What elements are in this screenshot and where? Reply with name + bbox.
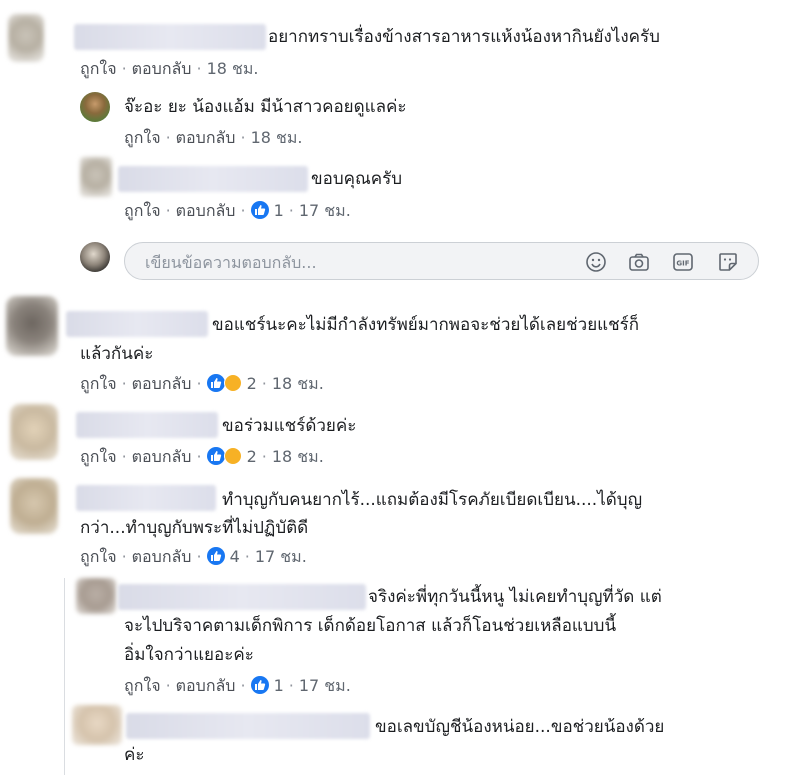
camera-icon[interactable] [628,251,650,273]
like-link[interactable]: ถูกใจ [124,201,161,220]
reaction-count[interactable]: 4 [230,547,240,566]
comment-time[interactable]: 18 ชม. [207,59,259,78]
like-reaction-icon[interactable] [250,676,269,694]
commenter-name-blurred[interactable] [74,24,266,50]
commenter-name-blurred[interactable] [118,584,366,610]
separator: · [288,676,294,695]
separator: · [240,201,246,220]
separator: · [244,547,250,566]
reply-actions: ถูกใจ · ตอบกลับ · 1 · 17 ชม. [124,675,351,697]
avatar[interactable] [80,92,110,122]
reply-link[interactable]: ตอบกลับ [132,547,192,566]
reply-text: อิ่มใจกว่าแยอะค่ะ [124,645,254,665]
avatar[interactable] [6,296,58,356]
commenter-name-blurred[interactable] [66,311,208,337]
separator: · [196,374,202,393]
comment-text: อยากทราบเรื่องข้างสารอาหารแห้งน้องหากินย… [268,27,660,47]
svg-text:GIF: GIF [676,260,689,268]
reply-link[interactable]: ตอบกลับ [176,128,236,147]
separator: · [121,447,127,466]
separator: · [240,128,246,147]
sad-reaction-icon[interactable] [223,374,242,392]
reply-link[interactable]: ตอบกลับ [132,374,192,393]
commenter-name-blurred[interactable] [118,166,308,192]
separator: · [165,201,171,220]
reply-text: ขอบคุณครับ [311,169,403,189]
commenter-name-blurred[interactable] [76,412,218,438]
comment-time[interactable]: 18 ชม. [272,374,324,393]
like-link[interactable]: ถูกใจ [80,447,117,466]
like-link[interactable]: ถูกใจ [80,59,117,78]
reply-text: ขอเลขบัญชีน้องหน่อย...ขอช่วยน้องด้วย [375,717,665,737]
reply-actions: ถูกใจ · ตอบกลับ · 1 · 17 ชม. [124,200,351,222]
separator: · [165,676,171,695]
comment-text: แล้วกันค่ะ [80,344,154,364]
comment-text: ขอร่วมแชร์ด้วยค่ะ [222,416,357,436]
like-reaction-icon[interactable] [250,201,269,219]
reply-text: ค่ะ [124,745,145,765]
avatar[interactable] [10,478,58,534]
comment-time[interactable]: 17 ชม. [255,547,307,566]
sticker-icon[interactable] [717,251,739,273]
reaction-count[interactable]: 1 [274,676,284,695]
reply-actions: ถูกใจ · ตอบกลับ · 18 ชม. [124,127,303,149]
commenter-name-blurred[interactable] [126,713,370,739]
like-link[interactable]: ถูกใจ [80,547,117,566]
separator: · [261,447,267,466]
like-link[interactable]: ถูกใจ [124,676,161,695]
separator: · [121,374,127,393]
separator: · [240,676,246,695]
reply-link[interactable]: ตอบกลับ [176,201,236,220]
comment-actions: ถูกใจ · ตอบกลับ · 4 · 17 ชม. [80,546,307,568]
reply-thread-line [64,578,65,775]
avatar[interactable] [10,404,58,460]
current-user-avatar [80,242,110,272]
avatar[interactable] [72,705,122,745]
separator: · [288,201,294,220]
separator: · [165,128,171,147]
reply-time[interactable]: 18 ชม. [251,128,303,147]
separator: · [196,547,202,566]
reply-text: จะไปบริจาคตามเด็กพิการ เด็กด้อยโอกาส แล้… [124,616,617,636]
reply-text: จ๊ะอะ ยะ น้องแอ้ม มีน้าสาวคอยดูแลค่ะ [124,94,407,120]
like-reaction-icon[interactable] [206,447,225,465]
reply-link[interactable]: ตอบกลับ [132,59,192,78]
avatar[interactable] [80,157,112,197]
comment-text: ขอแชร์นะคะไม่มีกำลังทรัพย์มากพอจะช่วยได้… [212,315,640,335]
like-link[interactable]: ถูกใจ [124,128,161,147]
comment-actions: ถูกใจ · ตอบกลับ · 18 ชม. [80,58,259,80]
comment-actions: ถูกใจ · ตอบกลับ · 2 · 18 ชม. [80,373,324,395]
sad-reaction-icon[interactable] [223,447,242,465]
like-reaction-icon[interactable] [206,374,225,392]
like-reaction-icon[interactable] [206,547,225,565]
comment-time[interactable]: 18 ชม. [272,447,324,466]
comment-text: ทำบุญกับคนยากไร้...แถมต้องมีโรคภัยเบียดเ… [222,490,643,510]
like-link[interactable]: ถูกใจ [80,374,117,393]
gif-icon[interactable]: GIF [672,251,694,273]
comment-actions: ถูกใจ · ตอบกลับ · 2 · 18 ชม. [80,446,324,468]
reaction-count[interactable]: 1 [274,201,284,220]
reply-link[interactable]: ตอบกลับ [176,676,236,695]
separator: · [121,547,127,566]
separator: · [196,59,202,78]
reply-text: จริงค่ะพี่ทุกวันนี้หนู ไม่เคยทำบุญที่วัด… [368,587,662,607]
reply-input[interactable] [143,250,577,274]
reaction-count[interactable]: 2 [247,374,257,393]
avatar[interactable] [76,578,116,614]
commenter-name-blurred[interactable] [76,485,216,511]
reply-time[interactable]: 17 ชม. [299,676,351,695]
smiley-icon[interactable] [585,251,607,273]
separator: · [121,59,127,78]
reply-composer[interactable]: GIF [124,242,759,280]
reply-link[interactable]: ตอบกลับ [132,447,192,466]
reaction-count[interactable]: 2 [247,447,257,466]
separator: · [196,447,202,466]
avatar[interactable] [8,14,44,62]
reply-body: จ๊ะอะ ยะ น้องแอ้ม มีน้าสาวคอยดูแลค่ะ [124,97,407,117]
separator: · [261,374,267,393]
comment-text: กว่า...ทำบุญกับพระที่ไม่ปฏิบัติดี [80,518,309,538]
reply-time[interactable]: 17 ชม. [299,201,351,220]
